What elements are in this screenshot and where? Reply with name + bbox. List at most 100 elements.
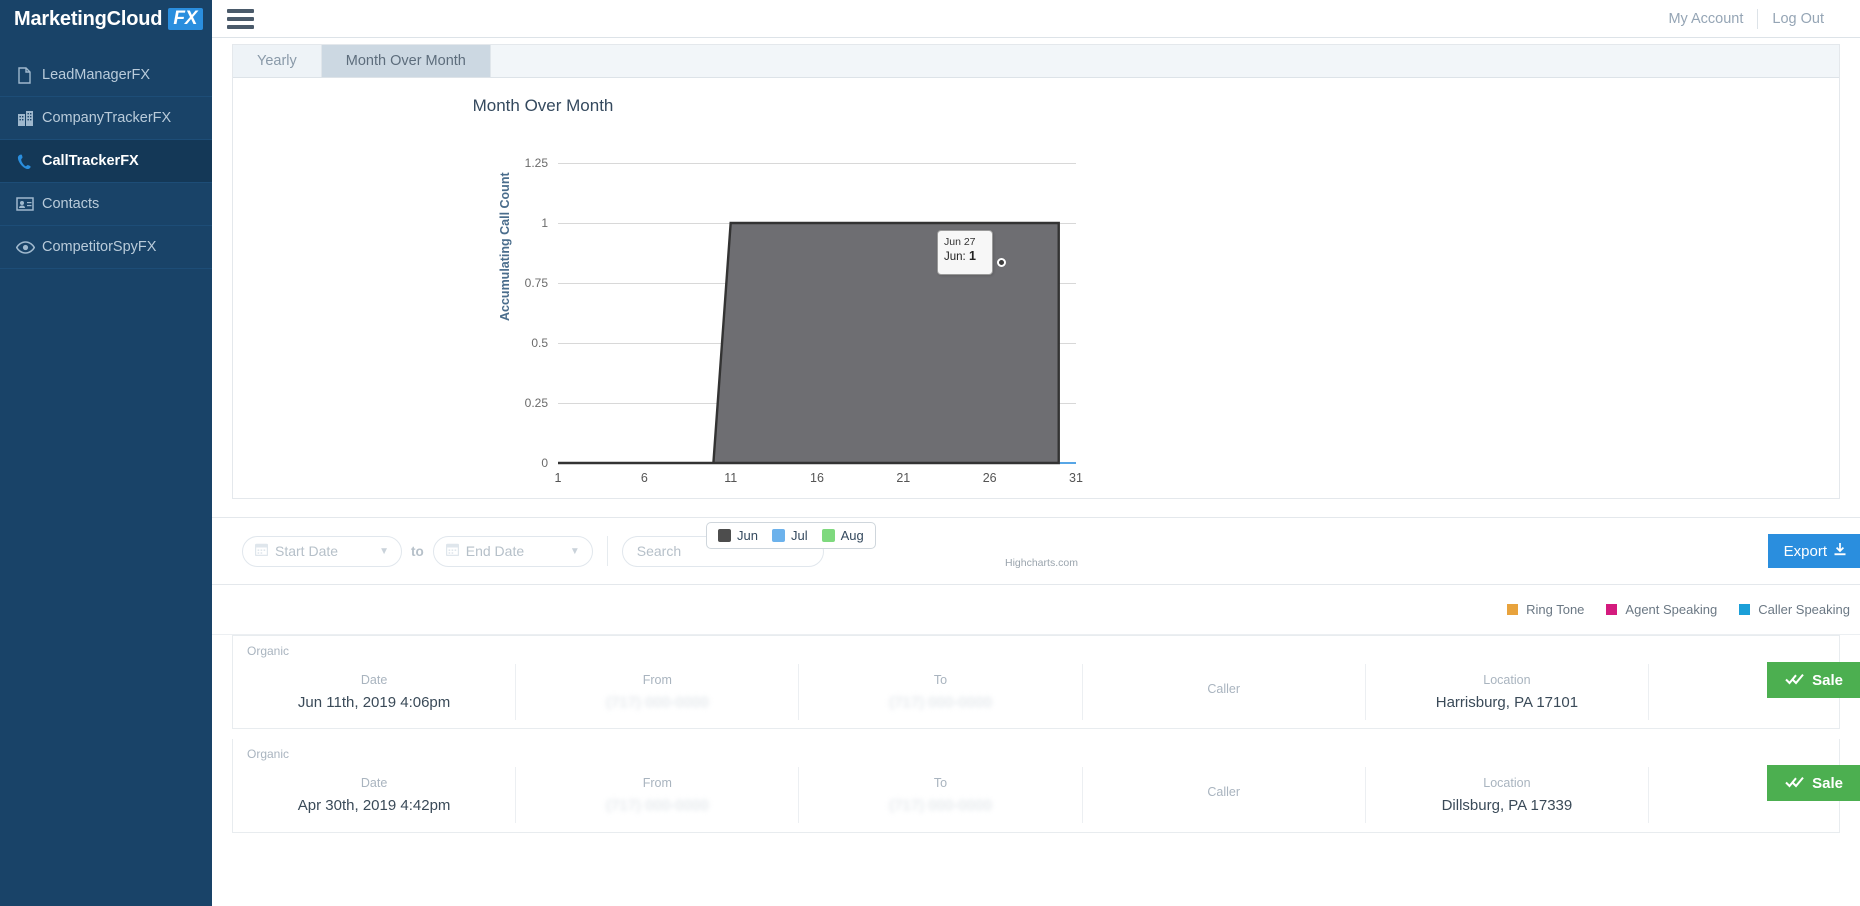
caller-speaking-swatch-icon [1739, 604, 1751, 615]
legend-label: Caller Speaking [1758, 602, 1850, 617]
sidebar-item-calltrackerfx[interactable]: CallTrackerFX [0, 140, 212, 183]
hamburger-icon[interactable] [212, 8, 268, 29]
cell-value-date: Jun 11th, 2019 4:06pm [297, 694, 451, 711]
cell-location: Location Harrisburg, PA 17101 [1366, 664, 1650, 720]
sidebar-item-label: Contacts [42, 196, 100, 212]
cell-to: To (717) 000-0000 [799, 664, 1083, 720]
sale-button[interactable]: Sale [1767, 662, 1860, 698]
start-date-value: Start Date [275, 543, 339, 559]
sidebar-item-companytrackerfx[interactable]: CompanyTrackerFX [0, 97, 212, 140]
cell-value-from: (717) 000-0000 [606, 694, 709, 711]
tooltip-body: Jun: 1 [944, 249, 986, 265]
call-audio-legend: Ring Tone Agent Speaking Caller Speaking [212, 585, 1860, 635]
brand-logo[interactable]: MarketingCloud FX [0, 0, 212, 38]
row-columns: Date Apr 30th, 2019 4:42pm From (717) 00… [233, 767, 1839, 823]
table-row[interactable]: Organic Date Apr 30th, 2019 4:42pm From … [232, 739, 1860, 833]
sidebar-item-competitorspyfx[interactable]: CompetitorSpyFX [0, 226, 212, 269]
chart-tabs: Yearly Month Over Month [233, 45, 1839, 78]
contact-card-icon [8, 197, 42, 211]
sidebar-nav: LeadManagerFX CompanyTrackerFX CallTrack… [0, 54, 212, 269]
building-icon [8, 110, 42, 127]
column-header-from: From [642, 673, 672, 687]
cell-value-from: (717) 000-0000 [606, 797, 709, 814]
y-tick-label: 0.5 [531, 336, 548, 350]
legend-item-aug[interactable]: Aug [821, 528, 864, 543]
tooltip-series-name: Jun: [944, 251, 966, 263]
column-header-caller: Caller [1207, 784, 1241, 799]
legend-swatch-icon [771, 529, 785, 542]
table-row[interactable]: Organic Date Jun 11th, 2019 4:06pm From … [232, 635, 1860, 729]
legend-swatch-icon [718, 529, 731, 542]
column-header-from: From [642, 776, 672, 790]
cell-value-location: Harrisburg, PA 17101 [1435, 694, 1579, 711]
log-out-link[interactable]: Log Out [1758, 11, 1838, 27]
x-tick-label: 26 [982, 471, 997, 485]
x-tick-label: 21 [896, 471, 911, 485]
highcharts-container[interactable]: Month Over Month Accumulating Call Count… [233, 78, 1839, 569]
sidebar-item-label: LeadManagerFX [42, 67, 151, 83]
legend-label: Aug [840, 528, 864, 543]
chevron-down-icon: ▼ [379, 545, 389, 557]
x-tick-label: 16 [810, 471, 824, 485]
column-header-location: Location [1483, 673, 1531, 687]
legend-item-agent-speaking: Agent Speaking [1606, 602, 1717, 617]
x-tick-label: 1 [554, 471, 562, 485]
double-check-icon [1785, 775, 1805, 792]
chart-hover-point[interactable] [997, 258, 1006, 267]
date-range-to-label: to [411, 543, 424, 559]
main-content: My Account Log Out Yearly Month Over Mon… [212, 0, 1860, 906]
sidebar-item-label: CompanyTrackerFX [42, 110, 172, 126]
cell-from: From (717) 000-0000 [516, 767, 800, 823]
column-header-to: To [933, 673, 948, 687]
phone-icon [8, 153, 42, 170]
export-button-label: Export [1783, 542, 1827, 560]
sidebar-item-leadmanagerfx[interactable]: LeadManagerFX [0, 54, 212, 97]
start-date-picker[interactable]: Start Date ▼ [242, 535, 402, 567]
cell-from: From (717) 000-0000 [516, 664, 800, 720]
highcharts-credits[interactable]: Highcharts.com [1005, 557, 1078, 569]
cell-value-date: Apr 30th, 2019 4:42pm [297, 797, 451, 814]
tab-month-over-month[interactable]: Month Over Month [321, 45, 491, 77]
y-tick-label: 1.25 [524, 156, 548, 170]
brand-badge-fx: FX [168, 8, 203, 30]
document-icon [8, 66, 42, 84]
column-header-date: Date [360, 673, 388, 687]
tab-yearly[interactable]: Yearly [233, 45, 322, 77]
chart-tooltip: Jun 27 Jun: 1 [937, 230, 993, 275]
sidebar-item-contacts[interactable]: Contacts [0, 183, 212, 226]
legend-item-jul[interactable]: Jul [771, 528, 808, 543]
sale-button-label: Sale [1812, 774, 1843, 792]
cell-value-to: (717) 000-0000 [889, 797, 992, 814]
x-tick-label: 6 [640, 471, 648, 485]
legend-label: Jul [790, 528, 808, 543]
sale-button[interactable]: Sale [1767, 765, 1860, 801]
brand-name: MarketingCloud [14, 7, 163, 30]
chart-plot-area: 1.25 1 0.75 0.5 0.25 0 1 6 11 16 21 26 3… [525, 156, 1083, 485]
legend-item-ring-tone: Ring Tone [1507, 602, 1584, 617]
tooltip-value: 1 [968, 249, 976, 263]
cell-date: Date Jun 11th, 2019 4:06pm [233, 664, 517, 720]
export-button[interactable]: Export [1767, 534, 1860, 568]
cell-value-to: (717) 000-0000 [889, 694, 992, 711]
row-columns: Date Jun 11th, 2019 4:06pm From (717) 00… [233, 664, 1839, 720]
tooltip-header: Jun 27 [944, 236, 976, 248]
sidebar-item-label: CompetitorSpyFX [42, 239, 157, 255]
legend-swatch-icon [821, 529, 835, 542]
calendar-icon [445, 543, 459, 559]
sale-button-label: Sale [1812, 671, 1843, 689]
calendar-icon [254, 543, 269, 559]
call-list: Organic Date Jun 11th, 2019 4:06pm From … [212, 635, 1860, 833]
cell-value-location: Dillsburg, PA 17339 [1441, 797, 1573, 814]
end-date-picker[interactable]: End Date ▼ [432, 535, 593, 567]
my-account-link[interactable]: My Account [1654, 11, 1757, 27]
x-tick-label: 11 [724, 471, 738, 485]
legend-item-jun[interactable]: Jun [718, 528, 758, 543]
double-check-icon [1785, 672, 1805, 689]
cell-caller: Caller [1083, 767, 1366, 823]
legend-label: Ring Tone [1526, 602, 1585, 617]
legend-item-caller-speaking: Caller Speaking [1739, 602, 1850, 617]
y-axis-title: Accumulating Call Count [498, 172, 512, 321]
y-tick-label: 1 [541, 216, 548, 230]
column-header-caller: Caller [1207, 681, 1241, 696]
filter-divider [606, 536, 608, 566]
